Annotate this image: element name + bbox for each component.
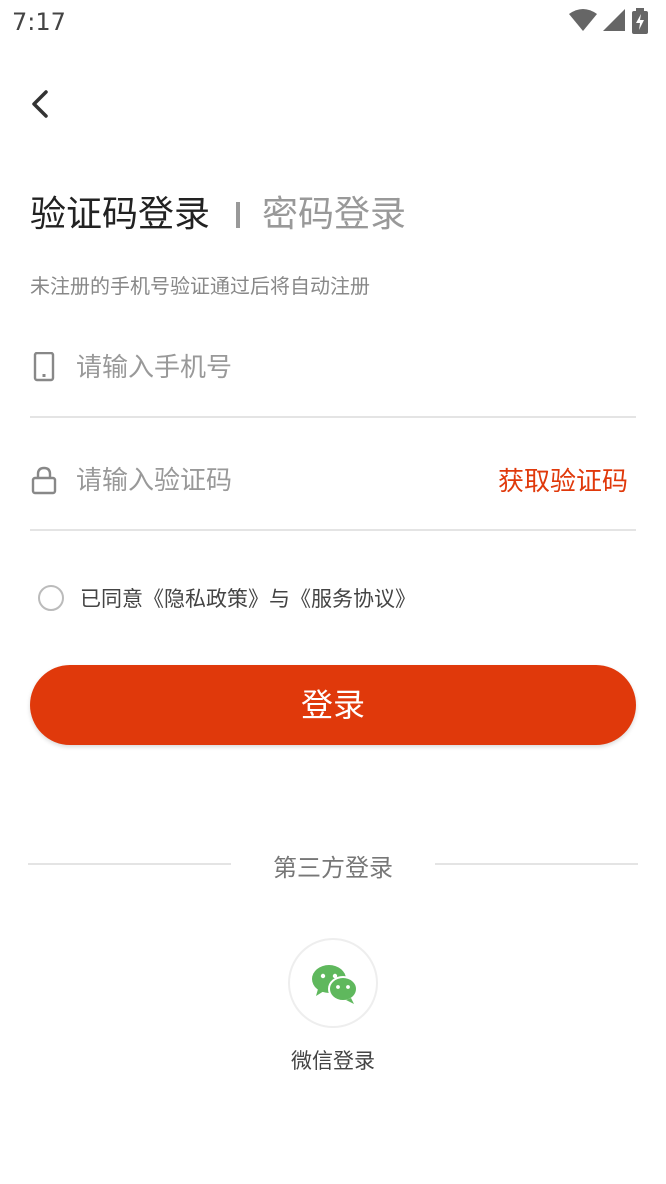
- status-time: 7:17: [12, 8, 66, 36]
- back-button[interactable]: [22, 84, 62, 124]
- battery-icon: [632, 8, 648, 34]
- divider-left: [28, 863, 231, 865]
- agreement-and: 与: [269, 587, 290, 611]
- code-input[interactable]: [76, 459, 496, 503]
- tab-password-login[interactable]: 密码登录: [262, 190, 406, 240]
- lock-icon: [31, 466, 57, 495]
- phone-field: [30, 328, 636, 418]
- phone-icon: [33, 352, 55, 382]
- agreement-text: 已同意《隐私政策》与《服务协议》: [80, 584, 416, 614]
- privacy-policy-link[interactable]: 《隐私政策》: [143, 587, 269, 611]
- service-agreement-link[interactable]: 《服务协议》: [290, 587, 416, 611]
- status-bar: 7:17: [0, 0, 666, 46]
- get-code-button[interactable]: 获取验证码: [498, 461, 628, 498]
- wechat-login-label: 微信登录: [291, 1049, 375, 1073]
- agreement-checkbox[interactable]: [38, 585, 64, 611]
- auto-register-hint: 未注册的手机号验证通过后将自动注册: [30, 274, 370, 298]
- wechat-icon: [312, 965, 358, 1004]
- code-field: 获取验证码: [30, 441, 636, 531]
- phone-input[interactable]: [76, 346, 496, 390]
- chevron-left-icon: [32, 90, 48, 118]
- third-party-title: 第三方登录: [273, 854, 393, 882]
- agreement-prefix: 已同意: [80, 587, 143, 611]
- wechat-login-button[interactable]: [288, 938, 378, 1028]
- divider-right: [435, 863, 638, 865]
- tab-divider: [236, 202, 240, 228]
- wifi-icon: [569, 9, 597, 31]
- tab-sms-login[interactable]: 验证码登录: [30, 190, 210, 240]
- signal-icon: [603, 9, 625, 31]
- login-button[interactable]: 登录: [30, 665, 636, 745]
